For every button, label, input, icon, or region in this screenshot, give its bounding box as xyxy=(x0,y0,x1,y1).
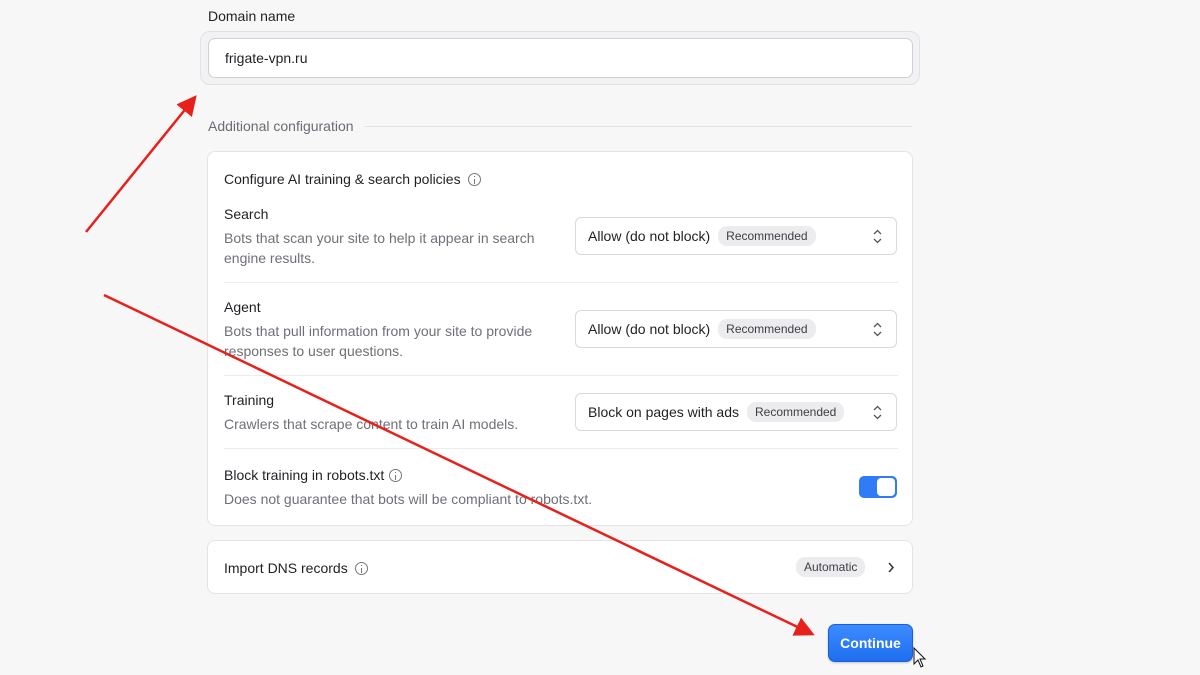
policy-divider xyxy=(224,448,898,449)
robots-title-row: Block training in robots.txt xyxy=(224,467,898,483)
training-policy-value: Block on pages with ads xyxy=(588,404,739,420)
agent-recommended-badge: Recommended xyxy=(718,319,816,339)
search-recommended-badge: Recommended xyxy=(718,226,816,246)
toggle-knob xyxy=(877,478,895,496)
updown-chevron-icon xyxy=(873,405,882,420)
policy-agent-description: Bots that pull information from your sit… xyxy=(224,323,533,359)
import-dns-title: Import DNS records xyxy=(224,560,348,576)
section-divider xyxy=(363,125,912,127)
agent-policy-select[interactable]: Allow (do not block) Recommended xyxy=(575,310,897,348)
mouse-pointer-icon xyxy=(913,646,927,668)
import-dns-heading: Import DNS records xyxy=(224,560,368,576)
ai-policies-title: Configure AI training & search policies xyxy=(224,171,461,187)
updown-chevron-icon xyxy=(873,229,882,244)
info-icon[interactable] xyxy=(389,468,403,482)
page: Domain name Additional configuration Con… xyxy=(0,0,1200,675)
robots-setting: Block training in robots.txt Does not gu… xyxy=(224,467,898,509)
policy-search-description: Bots that scan your site to help it appe… xyxy=(224,230,535,266)
chevron-right-icon[interactable] xyxy=(887,561,895,574)
info-icon[interactable] xyxy=(354,561,368,575)
policy-divider xyxy=(224,282,898,283)
additional-configuration-header: Additional configuration xyxy=(208,117,912,135)
annotation-arrow xyxy=(85,95,197,233)
training-recommended-badge: Recommended xyxy=(746,402,845,422)
ai-policies-card: Configure AI training & search policies … xyxy=(207,151,913,526)
additional-configuration-title: Additional configuration xyxy=(208,118,354,134)
policy-divider xyxy=(224,375,898,376)
robots-description: Does not guarantee that bots will be com… xyxy=(224,491,593,507)
search-policy-select[interactable]: Allow (do not block) Recommended xyxy=(575,217,897,255)
training-policy-select[interactable]: Block on pages with ads Recommended xyxy=(575,393,897,431)
info-icon[interactable] xyxy=(467,172,481,186)
search-policy-value: Allow (do not block) xyxy=(588,228,711,244)
robots-toggle[interactable] xyxy=(859,476,897,498)
domain-input-wrapper xyxy=(200,31,920,85)
automatic-badge: Automatic xyxy=(796,557,866,577)
domain-name-label: Domain name xyxy=(208,8,296,24)
domain-name-input[interactable] xyxy=(208,38,913,78)
updown-chevron-icon xyxy=(873,322,882,337)
continue-button[interactable]: Continue xyxy=(828,624,913,662)
ai-policies-heading: Configure AI training & search policies xyxy=(224,171,481,187)
robots-title: Block training in robots.txt xyxy=(224,467,385,483)
import-dns-card[interactable]: Import DNS records Automatic xyxy=(207,540,913,594)
agent-policy-value: Allow (do not block) xyxy=(588,321,711,337)
policy-training-description: Crawlers that scrape content to train AI… xyxy=(224,416,519,432)
